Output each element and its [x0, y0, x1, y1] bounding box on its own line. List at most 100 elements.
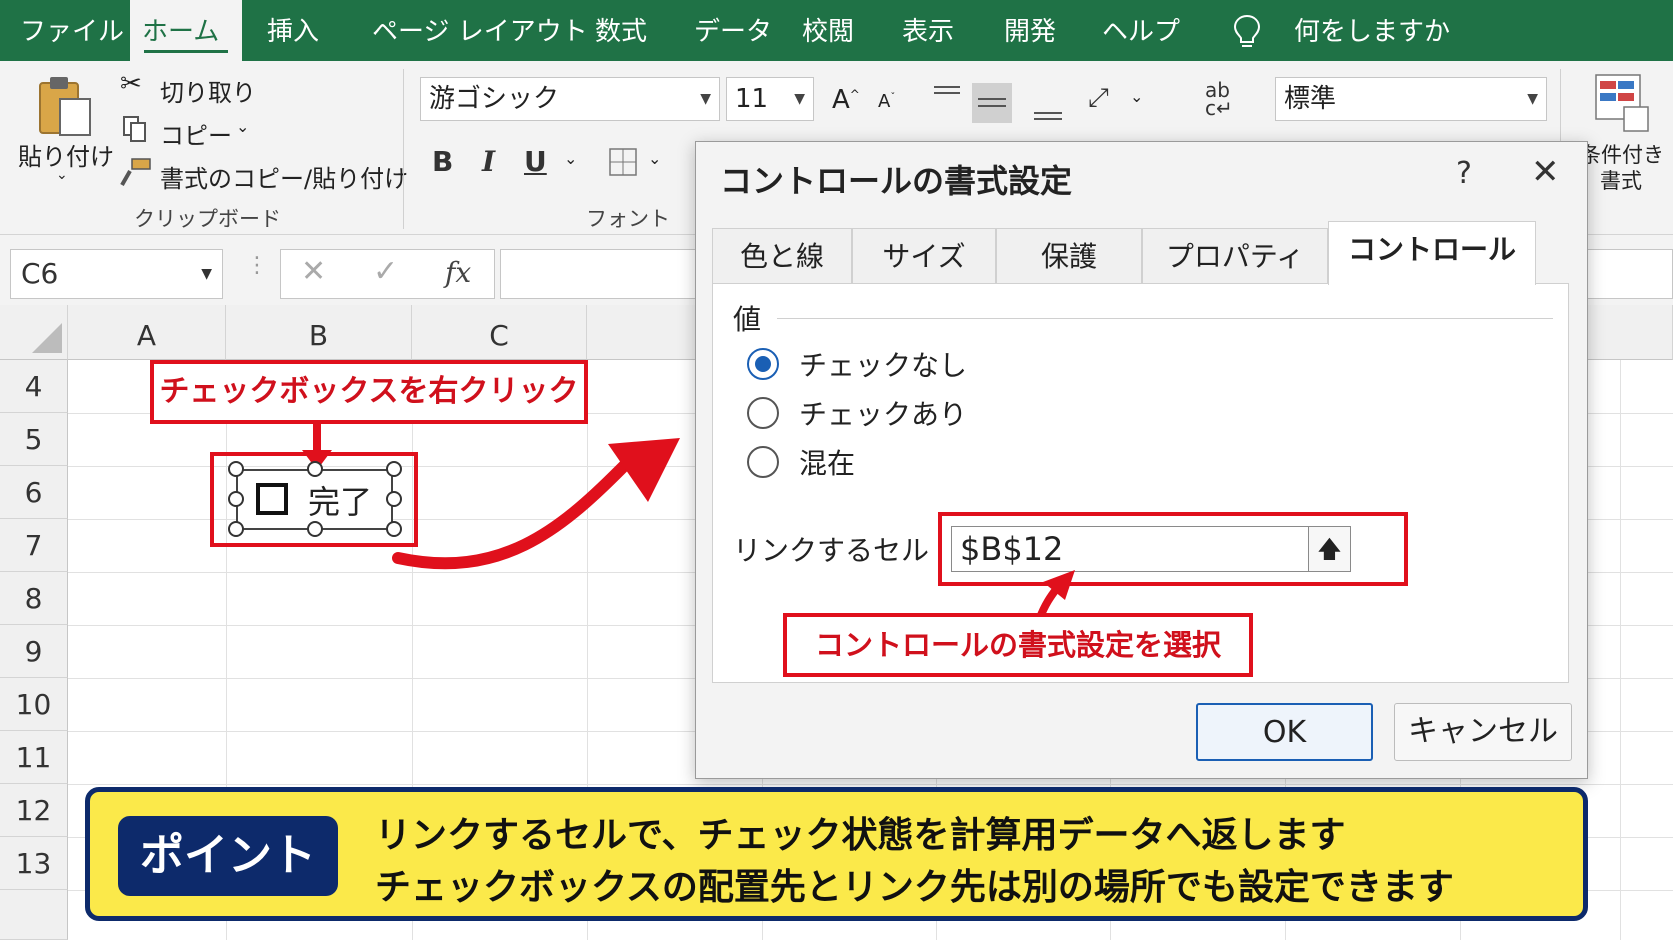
- row-header[interactable]: 11: [0, 731, 68, 784]
- italic-button[interactable]: I: [482, 145, 495, 178]
- format-painter-icon: [120, 158, 151, 186]
- checkbox-square-icon[interactable]: [256, 483, 288, 515]
- radio-mixed-label[interactable]: 混在: [799, 442, 855, 482]
- cancel-button[interactable]: キャンセル: [1394, 703, 1572, 761]
- radio-mixed[interactable]: [747, 446, 779, 478]
- column-header[interactable]: A: [68, 305, 226, 360]
- link-cell-input[interactable]: $B$12 🡅: [951, 526, 1351, 572]
- wrap-text-icon[interactable]: ab c↵: [1205, 80, 1233, 118]
- resize-handle[interactable]: [228, 521, 244, 537]
- curved-arrow-icon: [392, 438, 680, 570]
- number-format-value: 標準: [1284, 84, 1337, 114]
- number-format-combo[interactable]: 標準 ▼: [1275, 77, 1547, 121]
- underline-button[interactable]: U: [524, 145, 547, 178]
- lightbulb-icon: [1233, 14, 1261, 47]
- tab-view[interactable]: 表示: [890, 0, 966, 61]
- vertical-align-icons[interactable]: [932, 79, 1032, 127]
- link-cell-label: リンクするセル: [733, 534, 930, 567]
- tab-data[interactable]: データ: [682, 0, 784, 61]
- select-all-icon: [32, 323, 62, 353]
- bold-button[interactable]: B: [432, 145, 453, 178]
- font-grow-icon[interactable]: A^: [832, 85, 860, 115]
- gridline: [68, 784, 1673, 785]
- row-header[interactable]: 4: [0, 360, 68, 413]
- insert-function-icon[interactable]: fx: [445, 256, 471, 289]
- column-header[interactable]: B: [226, 305, 412, 360]
- point-line-1: リンクするセルで、チェック状態を計算用データへ返します: [375, 815, 1346, 856]
- paste-icon[interactable]: [36, 75, 94, 139]
- font-size-combo[interactable]: 11 ▼: [726, 77, 814, 121]
- formula-buttons: ✕ ✓ fx: [280, 249, 495, 299]
- row-header[interactable]: 8: [0, 572, 68, 625]
- row-header[interactable]: 7: [0, 519, 68, 572]
- name-box[interactable]: C6 ▼: [10, 249, 223, 299]
- row-header[interactable]: 12: [0, 784, 68, 837]
- resize-handle[interactable]: [228, 491, 244, 507]
- more-icon: ⋮: [246, 253, 268, 278]
- link-cell-value: $B$12: [960, 530, 1064, 568]
- collapse-dialog-icon[interactable]: 🡅: [1308, 527, 1350, 571]
- format-painter-button[interactable]: 書式のコピー/貼り付け: [160, 159, 408, 194]
- format-control-dialog: コントロールの書式設定 ? ✕ 色と線 サイズ 保護 プロパティ コントロール …: [695, 141, 1588, 779]
- row-header[interactable]: 10: [0, 678, 68, 731]
- ok-button[interactable]: OK: [1196, 703, 1373, 761]
- border-icon[interactable]: [608, 147, 638, 177]
- underline-dropdown-icon[interactable]: ⌄: [564, 149, 577, 168]
- radio-checked-label[interactable]: チェックあり: [799, 393, 967, 433]
- tab-developer[interactable]: 開発: [992, 0, 1068, 61]
- tab-protection[interactable]: 保護: [996, 228, 1142, 284]
- copy-button[interactable]: コピー: [160, 116, 232, 151]
- tab-formulas[interactable]: 数式: [583, 0, 659, 61]
- help-icon[interactable]: ?: [1456, 156, 1472, 191]
- paste-dropdown-icon[interactable]: ⌄: [56, 167, 68, 183]
- copy-dropdown-icon[interactable]: ⌄: [236, 117, 249, 136]
- resize-handle[interactable]: [307, 461, 323, 477]
- radio-unchecked-label[interactable]: チェックなし: [799, 344, 967, 384]
- font-name-combo[interactable]: 游ゴシック ▼: [420, 77, 720, 121]
- column-header[interactable]: C: [412, 305, 587, 360]
- resize-handle[interactable]: [228, 461, 244, 477]
- conditional-format-label-2[interactable]: 書式: [1600, 165, 1642, 195]
- tab-control[interactable]: コントロール: [1328, 221, 1536, 285]
- tab-properties[interactable]: プロパティ: [1142, 228, 1328, 284]
- resize-handle[interactable]: [307, 521, 323, 537]
- tab-review[interactable]: 校閲: [790, 0, 866, 61]
- copy-icon: [123, 116, 146, 142]
- chevron-down-icon: ▼: [794, 91, 805, 107]
- arrow-up-icon: [1035, 570, 1075, 620]
- cancel-icon[interactable]: ✕: [301, 254, 326, 289]
- chevron-down-icon: ▼: [700, 91, 711, 107]
- row-header[interactable]: 5: [0, 413, 68, 466]
- tab-size[interactable]: サイズ: [852, 228, 996, 284]
- close-icon[interactable]: ✕: [1531, 152, 1560, 192]
- tab-home[interactable]: ホーム: [130, 0, 242, 61]
- section-divider: [777, 318, 1553, 319]
- row-header[interactable]: 6: [0, 466, 68, 519]
- align-bottom-icon[interactable]: [1032, 99, 1064, 123]
- tab-insert[interactable]: 挿入: [255, 0, 331, 61]
- font-shrink-icon[interactable]: Aˇ: [878, 91, 895, 112]
- select-all-corner[interactable]: [0, 305, 68, 360]
- tab-colors-lines[interactable]: 色と線: [712, 228, 852, 284]
- tell-me-search[interactable]: 何をしますか: [1282, 0, 1462, 61]
- orientation-dropdown-icon[interactable]: ⌄: [1130, 87, 1143, 106]
- cut-button[interactable]: 切り取り: [160, 73, 256, 108]
- conditional-format-icon[interactable]: [1594, 73, 1650, 133]
- tab-file[interactable]: ファイル: [8, 0, 136, 61]
- name-box-value: C6: [21, 257, 59, 290]
- tab-help[interactable]: ヘルプ: [1090, 0, 1192, 61]
- tab-page-layout[interactable]: ページ レイアウト: [360, 0, 600, 61]
- border-dropdown-icon[interactable]: ⌄: [648, 149, 661, 168]
- row-header[interactable]: 9: [0, 625, 68, 678]
- point-line-2: チェックボックスの配置先とリンク先は別の場所でも設定できます: [375, 867, 1454, 908]
- radio-checked[interactable]: [747, 397, 779, 429]
- chevron-down-icon: ▼: [1527, 91, 1538, 107]
- point-banner: ポイント リンクするセルで、チェック状態を計算用データへ返します チェックボック…: [85, 787, 1588, 921]
- value-section-label: 値: [733, 303, 762, 336]
- callout-select: コントロールの書式設定を選択: [783, 613, 1253, 677]
- orientation-icon[interactable]: ⤢: [1088, 83, 1109, 114]
- enter-icon[interactable]: ✓: [373, 254, 398, 289]
- radio-unchecked[interactable]: [747, 348, 779, 380]
- font-name-value: 游ゴシック: [429, 84, 560, 114]
- row-header[interactable]: 13: [0, 837, 68, 890]
